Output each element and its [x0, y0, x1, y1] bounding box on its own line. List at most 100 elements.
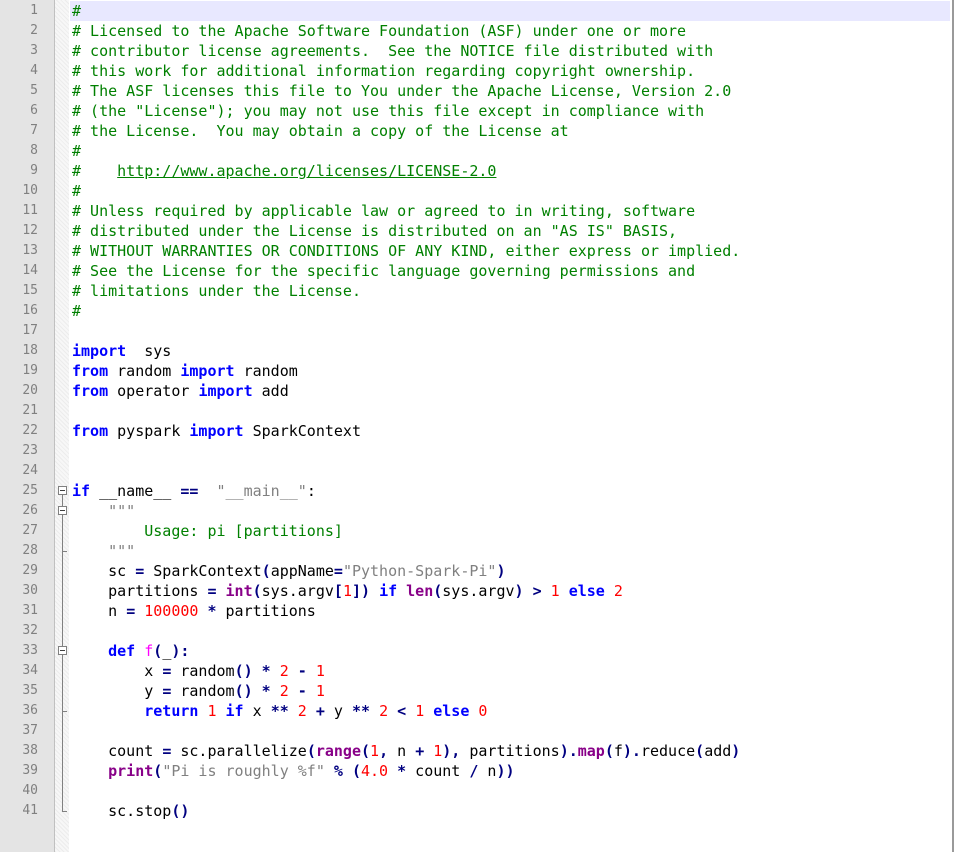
code-line[interactable]: 10 # [0, 181, 954, 201]
code-text[interactable]: y = random() * 2 - 1 [72, 681, 325, 701]
code-line[interactable]: 23 [0, 441, 954, 461]
code-text[interactable]: def f(_): [72, 641, 189, 661]
code-line[interactable]: 33 def f(_): [0, 641, 954, 661]
code-line[interactable]: 16 # [0, 301, 954, 321]
code-token: operator [108, 382, 199, 400]
code-text[interactable]: # (the "License"); you may not use this … [72, 101, 704, 121]
code-text[interactable]: from operator import add [72, 381, 289, 401]
code-text[interactable]: """ [72, 541, 135, 561]
code-line[interactable]: 22 from pyspark import SparkContext [0, 421, 954, 441]
code-line[interactable]: 36 return 1 if x ** 2 + y ** 2 < 1 else … [0, 701, 954, 721]
code-text[interactable]: # contributor license agreements. See th… [72, 41, 713, 61]
code-line[interactable]: 6 # (the "License"); you may not use this… [0, 101, 954, 121]
license-link[interactable]: http://www.apache.org/licenses/LICENSE-2… [117, 162, 496, 180]
code-text[interactable]: from random import random [72, 361, 298, 381]
code-line[interactable]: 12 # distributed under the License is dis… [0, 221, 954, 241]
code-text[interactable]: # distributed under the License is distr… [72, 221, 677, 241]
code-line[interactable]: 13 # WITHOUT WARRANTIES OR CONDITIONS OF … [0, 241, 954, 261]
fold-toggle-icon[interactable] [58, 506, 67, 515]
code-text[interactable]: # the License. You may obtain a copy of … [72, 121, 569, 141]
code-line[interactable]: 34 x = random() * 2 - 1 [0, 661, 954, 681]
code-token: import [189, 422, 244, 440]
code-line[interactable]: 3 # contributor license agreements. See t… [0, 41, 954, 61]
fold-toggle-icon[interactable] [58, 646, 67, 655]
code-line[interactable]: 31 n = 100000 * partitions [0, 601, 954, 621]
code-line[interactable]: 21 [0, 401, 954, 421]
code-text[interactable]: # http://www.apache.org/licenses/LICENSE… [72, 161, 496, 181]
code-token: pyspark [108, 422, 190, 440]
code-text[interactable]: Usage: pi [partitions] [72, 521, 343, 541]
code-line[interactable]: 37 [0, 721, 954, 741]
code-text[interactable]: # See the License for the specific langu… [72, 261, 695, 281]
code-line[interactable]: 1 # [0, 1, 954, 21]
code-text[interactable]: count = sc.parallelize(range(1, n + 1), … [72, 741, 740, 761]
code-text[interactable]: n = 100000 * partitions [72, 601, 316, 621]
code-text[interactable]: """ [72, 501, 135, 521]
code-line[interactable]: 9 # http://www.apache.org/licenses/LICENS… [0, 161, 954, 181]
code-text[interactable]: from pyspark import SparkContext [72, 421, 361, 441]
code-token: 2 [379, 702, 389, 720]
code-line[interactable]: 28 """ [0, 541, 954, 561]
line-number: 33 [22, 643, 38, 658]
code-token: """ [108, 502, 136, 520]
code-text[interactable]: x = random() * 2 - 1 [72, 661, 325, 681]
code-line[interactable]: 11 # Unless required by applicable law or… [0, 201, 954, 221]
code-text[interactable]: if __name__ == "__main__": [72, 481, 316, 501]
code-text[interactable]: # WITHOUT WARRANTIES OR CONDITIONS OF AN… [72, 241, 740, 261]
code-text[interactable]: # [72, 1, 81, 21]
code-line[interactable]: 30 partitions = int(sys.argv[1]) if len(… [0, 581, 954, 601]
code-text[interactable]: partitions = int(sys.argv[1]) if len(sys… [72, 581, 623, 601]
code-text[interactable]: return 1 if x ** 2 + y ** 2 < 1 else 0 [72, 701, 487, 721]
code-line[interactable]: 4 # this work for additional information … [0, 61, 954, 81]
code-line[interactable]: 35 y = random() * 2 - 1 [0, 681, 954, 701]
code-text[interactable]: # [72, 141, 81, 161]
code-token: - [297, 682, 307, 700]
line-number: 17 [22, 323, 38, 338]
code-line[interactable]: 19 from random import random [0, 361, 954, 381]
line-number: 8 [30, 143, 38, 158]
code-text[interactable]: # limitations under the License. [72, 281, 361, 301]
code-line[interactable]: 18 import sys [0, 341, 954, 361]
line-number: 5 [30, 83, 38, 98]
code-line[interactable]: 32 [0, 621, 954, 641]
code-line[interactable]: 38 count = sc.parallelize(range(1, n + 1… [0, 741, 954, 761]
code-text[interactable]: # Unless required by applicable law or a… [72, 201, 695, 221]
code-line[interactable]: 15 # limitations under the License. [0, 281, 954, 301]
code-token: "Python-Spark-Pi" [342, 562, 497, 580]
code-token: n [72, 602, 127, 620]
code-text[interactable]: # this work for additional information r… [72, 61, 695, 81]
code-line[interactable]: 39 print("Pi is roughly %f" % (4.0 * cou… [0, 761, 954, 781]
code-line[interactable]: 27 Usage: pi [partitions] [0, 521, 954, 541]
code-token: n [478, 762, 497, 780]
code-text[interactable]: # [72, 181, 81, 201]
code-line[interactable]: 14 # See the License for the specific lan… [0, 261, 954, 281]
code-line[interactable]: 5 # The ASF licenses this file to You und… [0, 81, 954, 101]
code-token: # Unless required by applicable law or a… [72, 202, 696, 220]
code-text[interactable]: # Licensed to the Apache Software Founda… [72, 21, 686, 41]
code-line[interactable]: 20 from operator import add [0, 381, 954, 401]
code-editor[interactable]: 1 #2 # Licensed to the Apache Software Fou… [0, 0, 954, 852]
code-text[interactable]: sc.stop() [72, 801, 189, 821]
code-line[interactable]: 24 [0, 461, 954, 481]
code-text[interactable]: # The ASF licenses this file to You unde… [72, 81, 731, 101]
code-token: 1 [207, 702, 217, 720]
code-text[interactable]: print("Pi is roughly %f" % (4.0 * count … [72, 761, 514, 781]
code-token: # [72, 182, 82, 200]
code-line[interactable]: 40 [0, 781, 954, 801]
code-line[interactable]: 26 """ [0, 501, 954, 521]
code-text[interactable]: import sys [72, 341, 171, 361]
code-text[interactable]: sc = SparkContext(appName="Python-Spark-… [72, 561, 505, 581]
code-line[interactable]: 25 if __name__ == "__main__": [0, 481, 954, 501]
code-text[interactable]: # [72, 301, 81, 321]
fold-toggle-icon[interactable] [58, 486, 67, 495]
code-line[interactable]: 29 sc = SparkContext(appName="Python-Spa… [0, 561, 954, 581]
code-line[interactable]: 41 sc.stop() [0, 801, 954, 821]
code-line[interactable]: 2 # Licensed to the Apache Software Found… [0, 21, 954, 41]
code-line[interactable]: 17 [0, 321, 954, 341]
code-line[interactable]: 8 # [0, 141, 954, 161]
code-line[interactable]: 7 # the License. You may obtain a copy of… [0, 121, 954, 141]
